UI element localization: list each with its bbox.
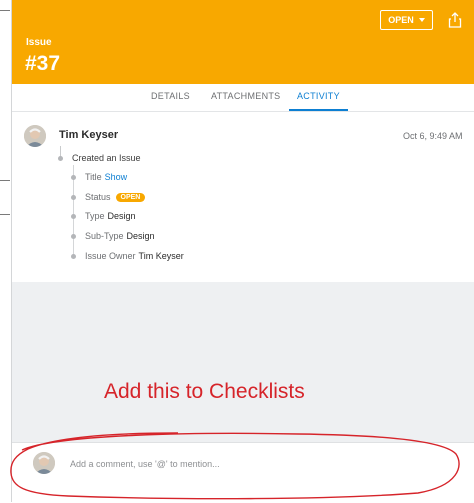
issue-panel: Issue #37 OPEN DETAILS ATTACHMENTS ACTIV… — [10, 0, 474, 503]
status-dropdown-label: OPEN — [388, 15, 414, 25]
annotation-text: Add this to Checklists — [104, 380, 305, 403]
tab-activity[interactable]: ACTIVITY — [289, 84, 348, 111]
status-badge: OPEN — [115, 193, 146, 202]
field-owner-value: Tim Keyser — [138, 251, 184, 261]
activity-action: Created an Issue — [72, 153, 141, 163]
field-title: Title Show — [85, 172, 127, 182]
empty-activity-area — [12, 282, 474, 442]
activity-author: Tim Keyser — [59, 129, 119, 141]
background-line — [0, 214, 10, 215]
comment-input[interactable] — [70, 457, 450, 471]
background-line — [0, 10, 10, 11]
field-dot — [71, 254, 76, 259]
comment-bar — [12, 442, 474, 503]
activity-timestamp: Oct 6, 9:49 AM — [403, 131, 463, 141]
field-type-value: Design — [107, 211, 136, 221]
field-dot — [71, 234, 76, 239]
tab-attachments[interactable]: ATTACHMENTS — [211, 84, 280, 111]
field-status-label: Status — [85, 192, 111, 202]
field-dot — [71, 195, 76, 200]
field-owner-label: Issue Owner — [85, 251, 136, 261]
issue-label: Issue — [26, 37, 52, 48]
field-dot — [71, 175, 76, 180]
current-user-avatar — [33, 452, 55, 474]
field-subtype-label: Sub-Type — [85, 231, 124, 241]
author-avatar — [24, 125, 46, 147]
tab-details[interactable]: DETAILS — [151, 84, 190, 111]
field-subtype: Sub-Type Design — [85, 231, 155, 241]
status-dropdown-button[interactable]: OPEN — [380, 10, 433, 30]
background-window-strip — [0, 0, 12, 502]
field-subtype-value: Design — [126, 231, 155, 241]
chevron-down-icon — [418, 18, 425, 22]
field-title-label: Title — [85, 172, 102, 182]
share-icon[interactable] — [448, 12, 462, 28]
issue-number: #37 — [25, 52, 61, 75]
field-dot — [71, 214, 76, 219]
timeline-dot — [58, 156, 63, 161]
activity-feed: Tim Keyser Oct 6, 9:49 AM Created an Iss… — [12, 112, 474, 282]
field-type: Type Design — [85, 211, 136, 221]
field-title-value-link[interactable]: Show — [105, 172, 128, 182]
tab-bar: DETAILS ATTACHMENTS ACTIVITY — [12, 84, 474, 112]
field-owner: Issue Owner Tim Keyser — [85, 251, 184, 261]
field-status: Status OPEN — [85, 192, 146, 202]
background-line — [0, 180, 10, 181]
issue-header: Issue #37 OPEN — [12, 0, 474, 84]
field-type-label: Type — [85, 211, 105, 221]
